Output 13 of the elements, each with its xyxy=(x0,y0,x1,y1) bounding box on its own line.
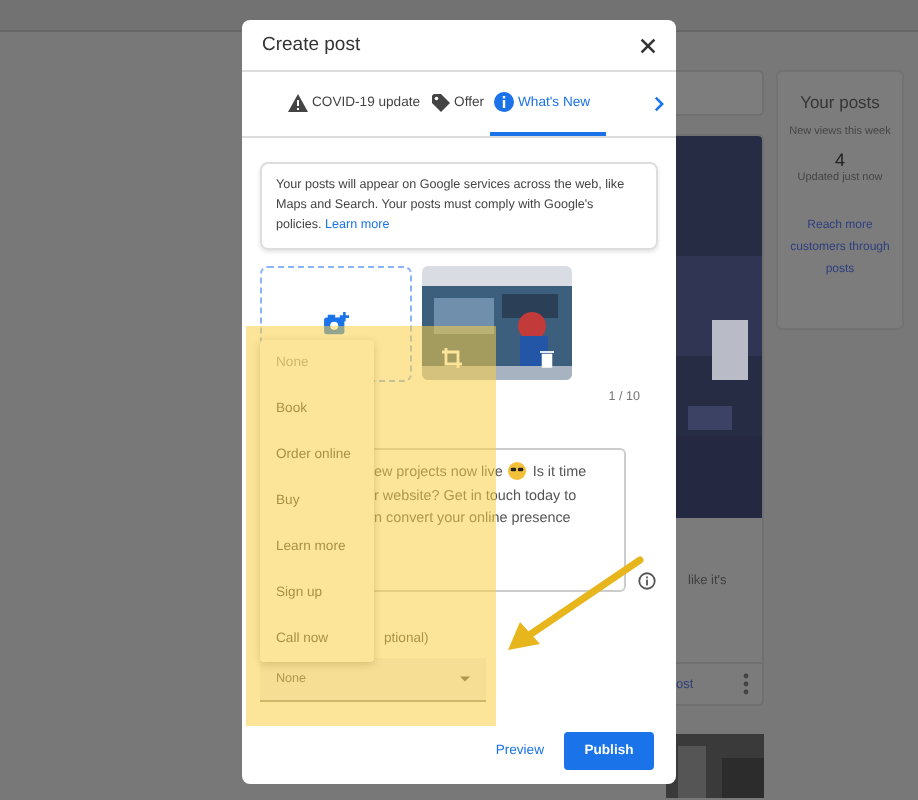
delete-icon[interactable] xyxy=(540,350,554,368)
sunglasses-face-icon xyxy=(508,462,527,481)
close-icon[interactable] xyxy=(640,37,656,53)
camera-plus-icon xyxy=(323,312,349,336)
chevron-right-icon[interactable] xyxy=(654,96,664,112)
caret-icon xyxy=(460,676,470,682)
dialog-title: Create post xyxy=(262,34,361,56)
tag-icon xyxy=(432,93,451,111)
info-icon[interactable] xyxy=(638,572,656,590)
panel-title: Your posts xyxy=(800,92,880,112)
info-icon xyxy=(494,92,515,112)
warning-icon xyxy=(288,93,308,111)
views-count: 4 xyxy=(834,150,845,170)
